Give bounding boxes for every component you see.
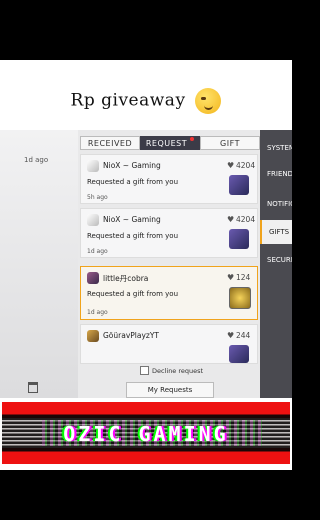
tab-request-label: REQUEST bbox=[145, 138, 188, 148]
side-item-system[interactable]: SYSTEM bbox=[260, 136, 292, 160]
left-panel bbox=[0, 130, 78, 398]
mailbox-tabs: RECEIVED REQUEST GIFT bbox=[80, 136, 260, 150]
like-count: 4204 bbox=[236, 161, 256, 170]
request-card-highlighted[interactable]: little丹cobra ♥ 124 Requested a gift from… bbox=[80, 266, 258, 320]
tab-received[interactable]: RECEIVED bbox=[80, 136, 140, 150]
requester-name: NioX ~ Gaming bbox=[103, 161, 161, 170]
avatar[interactable] bbox=[87, 160, 99, 172]
request-time: 1d ago bbox=[87, 248, 108, 255]
side-item-notifications[interactable]: NOTIFIC bbox=[260, 192, 292, 216]
request-card[interactable]: GöüravPlayzYT ♥ 244 bbox=[80, 324, 258, 364]
avatar[interactable] bbox=[87, 214, 99, 226]
request-message: Requested a gift from you bbox=[87, 290, 178, 298]
tab-request[interactable]: REQUEST bbox=[140, 136, 200, 150]
request-message: Requested a gift from you bbox=[87, 232, 178, 240]
request-time: 1d ago bbox=[87, 309, 108, 316]
trash-icon[interactable] bbox=[28, 382, 38, 393]
gift-coin-icon[interactable] bbox=[229, 287, 251, 309]
bottom-letterbox bbox=[0, 470, 292, 520]
heart-icon: ♥ bbox=[227, 273, 235, 282]
avatar[interactable] bbox=[87, 272, 99, 284]
request-card[interactable]: NioX ~ Gaming ♥ 4204 Requested a gift fr… bbox=[80, 208, 258, 258]
side-menu: SYSTEM FRIENDS NOTIFIC GIFTS SECURITY bbox=[260, 130, 292, 398]
like-count: 124 bbox=[236, 273, 251, 282]
requester-name: NioX ~ Gaming bbox=[103, 215, 161, 224]
banner-logo-text: OZIC GAMING bbox=[63, 422, 229, 446]
heart-icon: ♥ bbox=[227, 215, 235, 224]
gift-item-icon[interactable] bbox=[229, 175, 249, 195]
notification-dot-icon bbox=[190, 137, 195, 141]
side-item-friends[interactable]: FRIENDS bbox=[260, 162, 292, 186]
side-item-security[interactable]: SECURITY bbox=[260, 248, 292, 272]
decline-label: Decline request bbox=[152, 366, 204, 375]
heart-icon: ♥ bbox=[227, 331, 235, 340]
request-time: 5h ago bbox=[87, 194, 108, 201]
left-panel-time: 1d ago bbox=[24, 156, 49, 164]
channel-banner: OZIC GAMING bbox=[0, 398, 292, 470]
gift-item-icon[interactable] bbox=[229, 345, 249, 363]
video-caption: Rp giveaway bbox=[0, 88, 292, 114]
decline-request-option[interactable]: Decline request bbox=[140, 366, 203, 375]
like-count: 4204 bbox=[236, 215, 256, 224]
requester-name: GöüravPlayzYT bbox=[103, 331, 160, 340]
requester-name: little丹cobra bbox=[103, 274, 149, 283]
side-item-gifts[interactable]: GIFTS bbox=[260, 220, 292, 244]
like-count: 244 bbox=[236, 331, 251, 340]
heart-icon: ♥ bbox=[227, 161, 235, 170]
smirk-emoji-icon bbox=[195, 88, 222, 114]
top-letterbox bbox=[0, 0, 292, 60]
request-card[interactable]: NioX ~ Gaming ♥ 4204 Requested a gift fr… bbox=[80, 154, 258, 204]
tab-gift[interactable]: GIFT bbox=[200, 136, 260, 150]
my-requests-button[interactable]: My Requests bbox=[126, 382, 214, 398]
decline-checkbox[interactable] bbox=[140, 366, 149, 375]
caption-text: Rp giveaway bbox=[70, 90, 186, 111]
game-mailbox-screen: 1d ago RECEIVED REQUEST GIFT NioX ~ Gami… bbox=[0, 130, 292, 398]
banner-graphic: OZIC GAMING bbox=[2, 402, 290, 464]
request-message: Requested a gift from you bbox=[87, 178, 178, 186]
avatar[interactable] bbox=[87, 330, 99, 342]
gift-item-icon[interactable] bbox=[229, 229, 249, 249]
